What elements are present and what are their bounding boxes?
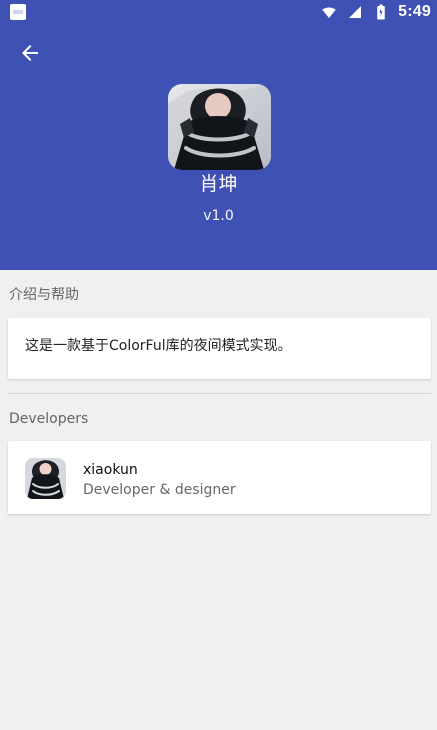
section-developers-title: Developers bbox=[9, 411, 89, 427]
app-icon bbox=[168, 84, 271, 170]
notification-icon bbox=[10, 4, 26, 20]
developer-item[interactable]: xiaokun Developer & designer bbox=[8, 441, 431, 514]
status-time: 5:49 bbox=[398, 3, 431, 20]
battery-icon bbox=[372, 3, 390, 21]
intro-text: 这是一款基于ColorFul库的夜间模式实现。 bbox=[25, 338, 292, 354]
back-button[interactable] bbox=[18, 41, 42, 65]
app-name: 肖坤 bbox=[199, 173, 238, 195]
status-bar-right: 5:49 bbox=[320, 2, 431, 22]
section-intro-title: 介绍与帮助 bbox=[9, 287, 79, 303]
status-bar: 5:49 bbox=[0, 0, 437, 24]
wifi-icon bbox=[320, 3, 338, 21]
intro-card: 这是一款基于ColorFul库的夜间模式实现。 bbox=[8, 318, 431, 379]
section-divider bbox=[8, 393, 431, 394]
app-header: 5:49 肖坤 v1.0 bbox=[0, 0, 437, 270]
developer-role: Developer & designer bbox=[83, 482, 236, 498]
developer-avatar bbox=[25, 458, 66, 499]
developer-name: xiaokun bbox=[83, 462, 138, 478]
signal-icon bbox=[346, 3, 364, 21]
arrow-left-icon bbox=[22, 45, 38, 61]
app-version: v1.0 bbox=[203, 208, 234, 224]
